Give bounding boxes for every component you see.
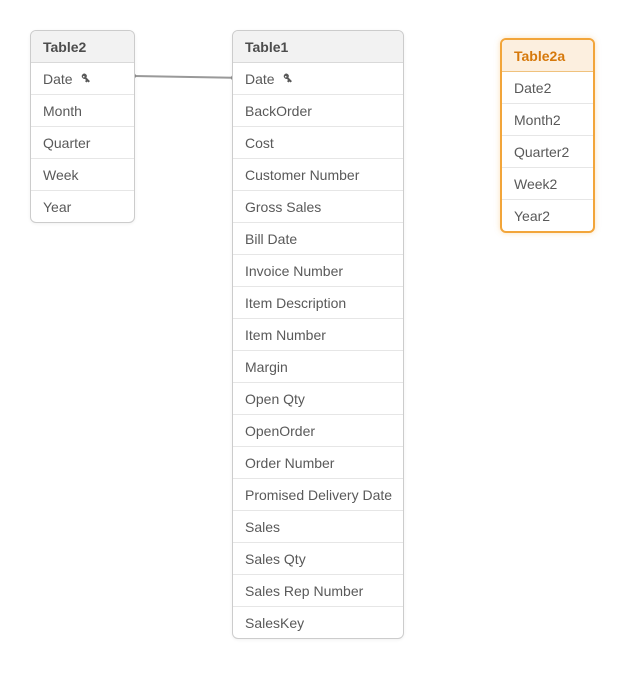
field-label: Sales xyxy=(245,519,280,535)
field-label: Open Qty xyxy=(245,391,305,407)
field-row[interactable]: Margin xyxy=(233,351,403,383)
field-row[interactable]: Bill Date xyxy=(233,223,403,255)
field-row[interactable]: Order Number xyxy=(233,447,403,479)
field-row[interactable]: Gross Sales xyxy=(233,191,403,223)
table-header[interactable]: Table1 xyxy=(233,31,403,63)
table-table2a[interactable]: Table2a Date2 Month2 Quarter2 Week2 Year… xyxy=(500,38,595,233)
data-model-canvas[interactable]: Table2 Date Month Quarter Week Year T xyxy=(0,0,618,695)
connection-table2-table1[interactable] xyxy=(133,75,234,79)
field-label: Margin xyxy=(245,359,288,375)
field-row[interactable]: Date2 xyxy=(502,72,593,104)
field-label: Customer Number xyxy=(245,167,359,183)
field-row[interactable]: OpenOrder xyxy=(233,415,403,447)
field-row[interactable]: Item Number xyxy=(233,319,403,351)
field-label: Quarter2 xyxy=(514,144,569,160)
field-label: Month2 xyxy=(514,112,561,128)
field-label: Cost xyxy=(245,135,274,151)
field-label: OpenOrder xyxy=(245,423,315,439)
field-label: Invoice Number xyxy=(245,263,343,279)
field-row[interactable]: Quarter2 xyxy=(502,136,593,168)
field-label: Week xyxy=(43,167,79,183)
field-row[interactable]: Date xyxy=(233,63,403,95)
field-row[interactable]: Date xyxy=(31,63,134,95)
field-label: Date xyxy=(43,71,73,87)
table-table2[interactable]: Table2 Date Month Quarter Week Year xyxy=(30,30,135,223)
field-row[interactable]: Year xyxy=(31,191,134,222)
field-row[interactable]: Week xyxy=(31,159,134,191)
field-row[interactable]: Week2 xyxy=(502,168,593,200)
field-row[interactable]: Cost xyxy=(233,127,403,159)
field-label: Promised Delivery Date xyxy=(245,487,392,503)
field-row[interactable]: Invoice Number xyxy=(233,255,403,287)
field-label: Gross Sales xyxy=(245,199,321,215)
field-label: Bill Date xyxy=(245,231,297,247)
field-label: Month xyxy=(43,103,82,119)
field-row[interactable]: Year2 xyxy=(502,200,593,231)
table-header[interactable]: Table2a xyxy=(502,40,593,72)
field-row[interactable]: Month2 xyxy=(502,104,593,136)
field-row[interactable]: Month xyxy=(31,95,134,127)
field-row[interactable]: Sales xyxy=(233,511,403,543)
field-label: Quarter xyxy=(43,135,90,151)
field-label: Week2 xyxy=(514,176,557,192)
field-row[interactable]: Item Description xyxy=(233,287,403,319)
field-row[interactable]: Customer Number xyxy=(233,159,403,191)
field-label: Year2 xyxy=(514,208,550,224)
key-icon xyxy=(278,71,295,88)
field-label: SalesKey xyxy=(245,615,304,631)
field-label: Item Description xyxy=(245,295,346,311)
field-label: Sales Qty xyxy=(245,551,306,567)
field-row[interactable]: Sales Qty xyxy=(233,543,403,575)
field-row[interactable]: Promised Delivery Date xyxy=(233,479,403,511)
key-icon xyxy=(76,71,93,88)
field-row[interactable]: Sales Rep Number xyxy=(233,575,403,607)
field-row[interactable]: Quarter xyxy=(31,127,134,159)
field-row[interactable]: Open Qty xyxy=(233,383,403,415)
field-row[interactable]: BackOrder xyxy=(233,95,403,127)
field-label: Order Number xyxy=(245,455,334,471)
table-header[interactable]: Table2 xyxy=(31,31,134,63)
field-label: Date2 xyxy=(514,80,551,96)
table-fields: Date BackOrder Cost Customer Number Gros… xyxy=(233,63,403,638)
field-label: Sales Rep Number xyxy=(245,583,363,599)
table-fields: Date2 Month2 Quarter2 Week2 Year2 xyxy=(502,72,593,231)
table-table1[interactable]: Table1 Date BackOrder Cost Customer Numb… xyxy=(232,30,404,639)
field-label: BackOrder xyxy=(245,103,312,119)
table-fields: Date Month Quarter Week Year xyxy=(31,63,134,222)
field-label: Date xyxy=(245,71,275,87)
field-label: Year xyxy=(43,199,71,215)
field-label: Item Number xyxy=(245,327,326,343)
field-row[interactable]: SalesKey xyxy=(233,607,403,638)
